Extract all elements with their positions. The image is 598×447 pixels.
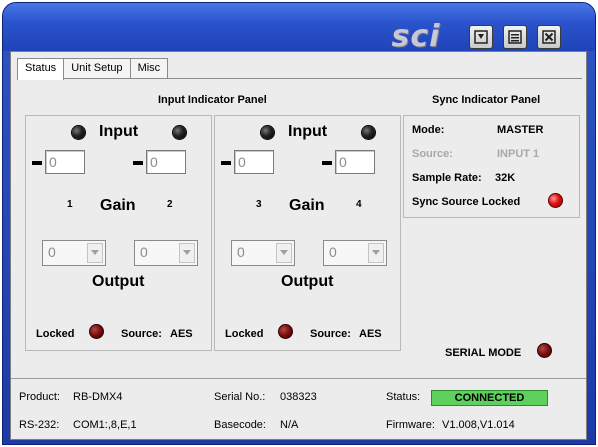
serial-value: 038323 [280, 391, 317, 403]
tab-strip: Status Unit Setup Misc [17, 58, 169, 80]
sample-rate-label: Sample Rate: [412, 172, 482, 184]
locked-led [278, 324, 293, 339]
output-2-select[interactable]: 0 [134, 240, 198, 266]
input-group-1: Input 0 0 1 Gain 2 0 0 Output Locked Sou… [25, 115, 212, 351]
close-icon [542, 30, 556, 44]
source-label: Source: [310, 328, 351, 340]
minus-icon [133, 161, 143, 165]
rs232-label: RS-232: [19, 419, 60, 431]
minimize-button[interactable] [469, 25, 493, 49]
app-window: sci Status Unit Setup Misc Input Indicat… [2, 2, 596, 445]
mode-label: Mode: [412, 124, 445, 136]
source-value: AES [170, 328, 193, 340]
title-bar[interactable]: sci [3, 3, 595, 54]
input-panel-title: Input Indicator Panel [158, 94, 267, 106]
chevron-down-icon[interactable] [179, 243, 195, 263]
gain-1-field[interactable]: 0 [45, 150, 85, 174]
source-label: Source: [121, 328, 162, 340]
gain-3-field[interactable]: 0 [234, 150, 274, 174]
output-2-value: 0 [140, 244, 148, 260]
rs232-value: COM1:,8,E,1 [73, 419, 137, 431]
product-value: RB-DMX4 [73, 391, 123, 403]
basecode-label: Basecode: [214, 419, 266, 431]
output-3-select[interactable]: 0 [231, 240, 295, 266]
mode-value: MASTER [497, 124, 544, 136]
sync-source-locked-label: Sync Source Locked [412, 196, 521, 208]
sync-indicator-group: Mode: MASTER Source: INPUT 1 Sample Rate… [403, 115, 580, 218]
minimize-icon [474, 30, 488, 44]
serial-mode-label: SERIAL MODE [445, 347, 522, 359]
firmware-label: Firmware: [386, 419, 435, 431]
firmware-value: V1.008,V1.014 [442, 419, 515, 431]
output-label: Output [281, 273, 334, 290]
locked-led [89, 324, 104, 339]
basecode-value: N/A [280, 419, 299, 431]
input-group-2: Input 0 0 3 Gain 4 0 0 Output Locked Sou… [214, 115, 401, 351]
channel-number: 3 [256, 199, 262, 210]
gain-4-field[interactable]: 0 [335, 150, 375, 174]
sync-panel-title: Sync Indicator Panel [432, 94, 541, 106]
output-1-value: 0 [48, 244, 56, 260]
locked-label: Locked [225, 328, 264, 340]
status-tab-content: Input Indicator Panel Sync Indicator Pan… [17, 78, 582, 375]
locked-label: Locked [36, 328, 75, 340]
status-label: Status: [386, 391, 421, 403]
gain-2-field[interactable]: 0 [146, 150, 186, 174]
input-3-led [261, 126, 274, 139]
chevron-down-icon[interactable] [87, 243, 103, 263]
input-label: Input [99, 123, 139, 140]
tab-status[interactable]: Status [17, 58, 65, 80]
serial-label: Serial No.: [214, 391, 266, 403]
channel-number: 4 [356, 199, 362, 210]
status-bar: Product: RB-DMX4 Serial No.: 038323 Stat… [11, 378, 586, 439]
gain-label: Gain [289, 197, 325, 214]
input-2-led [173, 126, 186, 139]
sync-source-value: INPUT 1 [497, 148, 540, 160]
product-label: Product: [19, 391, 60, 403]
serial-mode-led [537, 343, 552, 358]
output-4-select[interactable]: 0 [323, 240, 387, 266]
minus-icon [221, 161, 231, 165]
source-value: AES [359, 328, 382, 340]
logo-text: sci [391, 18, 441, 54]
sync-locked-led [548, 193, 563, 208]
connection-status-badge: CONNECTED [431, 390, 548, 406]
sci-logo: sci [375, 18, 457, 54]
close-button[interactable] [537, 25, 561, 49]
channel-number: 2 [167, 199, 173, 210]
channel-number: 1 [67, 199, 73, 210]
window-bottom-border [3, 440, 595, 444]
input-label: Input [288, 123, 328, 140]
client-area: Status Unit Setup Misc Input Indicator P… [10, 51, 587, 440]
chevron-down-icon[interactable] [276, 243, 292, 263]
input-1-led [72, 126, 85, 139]
tab-unit-setup[interactable]: Unit Setup [63, 58, 131, 79]
sample-rate-value: 32K [495, 172, 516, 184]
gain-label: Gain [100, 197, 136, 214]
bottom-marker [25, 443, 37, 444]
tab-misc[interactable]: Misc [129, 58, 169, 79]
chevron-down-icon[interactable] [368, 243, 384, 263]
minus-icon [322, 161, 332, 165]
input-4-led [362, 126, 375, 139]
output-4-value: 0 [329, 244, 337, 260]
sync-source-label: Source: [412, 148, 453, 160]
restore-icon [508, 30, 522, 44]
output-label: Output [92, 273, 145, 290]
output-1-select[interactable]: 0 [42, 240, 106, 266]
minus-icon [32, 161, 42, 165]
restore-button[interactable] [503, 25, 527, 49]
output-3-value: 0 [237, 244, 245, 260]
